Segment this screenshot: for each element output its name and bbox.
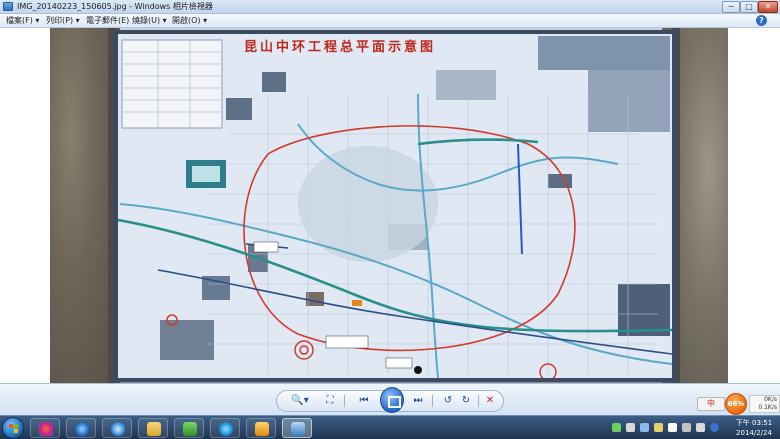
download-speed: 0.1K/s bbox=[758, 404, 777, 411]
map-title: 昆山中环工程总平面示意图 bbox=[244, 40, 437, 55]
tray-icon-yellow[interactable] bbox=[654, 423, 663, 432]
tray-icon-grey[interactable] bbox=[626, 423, 635, 432]
green-app-icon bbox=[183, 422, 197, 436]
tray-icon-round[interactable] bbox=[710, 423, 719, 432]
tray-icon-green[interactable] bbox=[612, 423, 621, 432]
fit-window-button[interactable]: ⛶ bbox=[322, 393, 338, 409]
next-button[interactable]: ⏭ bbox=[410, 393, 426, 409]
toolbar-separator bbox=[432, 395, 433, 407]
map-board: 昆山中环工程总平面示意图 bbox=[114, 30, 676, 382]
taskbar-skype[interactable] bbox=[210, 418, 240, 438]
taskbar-app-s[interactable] bbox=[102, 418, 132, 438]
zoom-button[interactable]: 🔍▾ bbox=[290, 393, 310, 409]
taskbar-app-green[interactable] bbox=[174, 418, 204, 438]
network-icon[interactable] bbox=[682, 423, 691, 432]
clock-time: 下午 03:51 bbox=[735, 419, 773, 427]
folder-icon bbox=[147, 422, 161, 436]
windows-logo-icon bbox=[9, 424, 19, 434]
taskbar-ie[interactable] bbox=[66, 418, 96, 438]
tray-icon-blue[interactable] bbox=[640, 423, 649, 432]
rotate-ccw-button[interactable]: ↺ bbox=[440, 393, 456, 409]
photo-viewer-icon bbox=[3, 2, 13, 11]
close-button[interactable]: ✕ bbox=[758, 1, 778, 13]
taskbar-app-colorful[interactable] bbox=[30, 418, 60, 438]
s-app-icon bbox=[111, 422, 125, 436]
menu-bar: 檔案(F) ▾ 列印(P) ▾ 電子郵件(E) 燒錄(U) ▾ 開啟(O) ▾ … bbox=[0, 14, 780, 28]
taskbar-outlook[interactable] bbox=[246, 418, 276, 438]
clock-date: 2014/2/24 bbox=[736, 429, 772, 437]
menu-burn[interactable]: 燒錄(U) ▾ bbox=[132, 15, 167, 27]
photo-viewport[interactable]: 昆山中环工程总平面示意图 bbox=[0, 28, 780, 383]
start-button[interactable] bbox=[2, 417, 24, 439]
colorful-app-icon bbox=[39, 422, 53, 436]
taskbar: 下午 03:51 2014/2/24 bbox=[0, 415, 780, 439]
previous-button[interactable]: ⏮ bbox=[356, 393, 372, 409]
taskbar-explorer[interactable] bbox=[138, 418, 168, 438]
toolbar-separator bbox=[478, 395, 479, 407]
viewer-toolbar: 🔍▾ ⛶ ⏮ ⏭ ↺ ↻ ✕ bbox=[0, 383, 780, 415]
delete-button[interactable]: ✕ bbox=[482, 393, 498, 409]
toolbar-separator bbox=[344, 395, 345, 407]
map-drawing bbox=[118, 34, 672, 378]
menu-file[interactable]: 檔案(F) ▾ bbox=[6, 15, 39, 27]
speed-readout: 0K/s 0.1K/s bbox=[749, 395, 780, 413]
upload-speed: 0K/s bbox=[764, 396, 777, 403]
outlook-icon bbox=[255, 422, 269, 436]
menu-email[interactable]: 電子郵件(E) bbox=[86, 15, 129, 27]
ie-icon bbox=[75, 422, 89, 436]
volume-icon[interactable] bbox=[696, 423, 705, 432]
title-bar: IMG_20140223_150605.jpg - Windows 相片檢視器 … bbox=[0, 0, 780, 14]
network-speed-widget[interactable]: 中 66% 0K/s 0.1K/s bbox=[697, 393, 780, 415]
slideshow-button[interactable] bbox=[380, 387, 404, 413]
menu-open[interactable]: 開啟(O) ▾ bbox=[172, 15, 207, 27]
photo-viewer-taskbar-icon bbox=[291, 422, 305, 436]
rotate-cw-button[interactable]: ↻ bbox=[458, 393, 474, 409]
photo: 昆山中环工程总平面示意图 bbox=[50, 28, 728, 383]
system-clock[interactable]: 下午 03:51 2014/2/24 bbox=[730, 418, 778, 438]
minimize-button[interactable]: ─ bbox=[722, 1, 740, 13]
maximize-button[interactable]: □ bbox=[740, 1, 758, 13]
tray-icon-white[interactable] bbox=[668, 423, 677, 432]
speed-ball-icon[interactable]: 66% bbox=[725, 393, 747, 415]
taskbar-photo-viewer[interactable] bbox=[282, 418, 312, 438]
window-title: IMG_20140223_150605.jpg - Windows 相片檢視器 bbox=[17, 2, 213, 11]
skype-icon bbox=[219, 422, 233, 436]
ime-indicator[interactable]: 中 bbox=[697, 397, 725, 411]
menu-print[interactable]: 列印(P) ▾ bbox=[46, 15, 80, 27]
help-icon[interactable]: ? bbox=[756, 15, 767, 26]
